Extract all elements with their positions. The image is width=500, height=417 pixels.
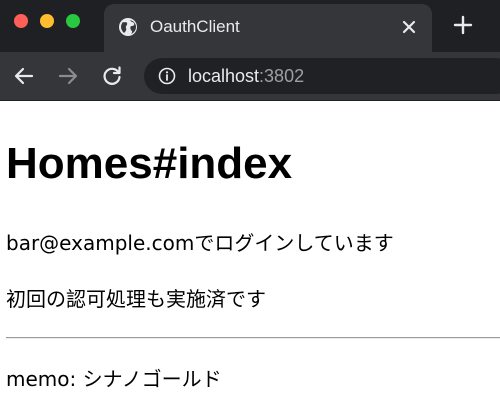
login-status-text: bar@example.comでログインしています xyxy=(6,231,394,255)
page-title: Homes#index xyxy=(6,139,293,188)
tab-close-icon[interactable] xyxy=(398,16,420,38)
reload-icon[interactable] xyxy=(98,62,126,90)
window-minimize-button[interactable] xyxy=(40,14,54,28)
site-info-icon[interactable] xyxy=(158,67,176,85)
window-zoom-button[interactable] xyxy=(66,14,80,28)
new-tab-plus-icon[interactable] xyxy=(450,12,476,38)
window-close-button[interactable] xyxy=(14,14,28,28)
tab-strip: OauthClient xyxy=(0,0,500,52)
tab-active[interactable]: OauthClient xyxy=(104,4,432,52)
browser-toolbar: localhost:3802 xyxy=(0,52,500,101)
memo-text: memo: シナノゴールド xyxy=(6,367,222,391)
back-arrow-icon[interactable] xyxy=(10,62,38,90)
address-bar[interactable]: localhost:3802 xyxy=(144,58,500,94)
tab-title: OauthClient xyxy=(150,17,240,36)
url-host: localhost xyxy=(188,66,260,86)
browser-window: OauthClient localhost:3802 Homes#index b… xyxy=(0,0,500,417)
globe-icon xyxy=(118,17,138,37)
forward-arrow-icon[interactable] xyxy=(54,62,82,90)
page-content: Homes#index bar@example.comでログインしています 初回… xyxy=(0,101,500,417)
url-text: localhost:3802 xyxy=(188,66,304,86)
authorization-note-text: 初回の認可処理も実施済です xyxy=(6,287,266,311)
divider xyxy=(6,337,500,339)
url-port: :3802 xyxy=(259,66,305,86)
